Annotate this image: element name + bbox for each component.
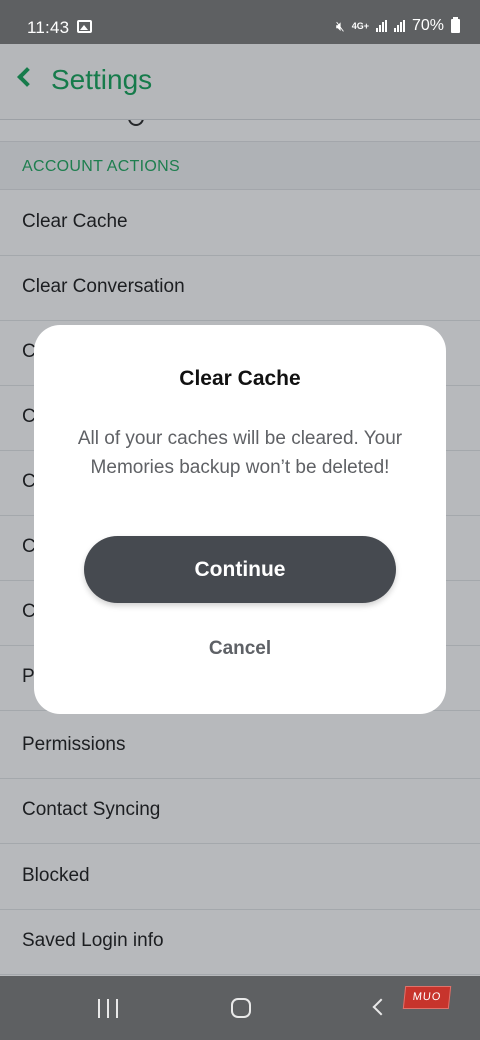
dialog-message: All of your caches will be cleared. Your…: [77, 428, 403, 478]
nav-back-icon[interactable]: [372, 998, 390, 1016]
dialog-title: Clear Cache: [179, 367, 301, 390]
clear-cache-dialog: Clear Cache All of your caches will be c…: [34, 325, 446, 714]
signal-icon: [393, 20, 405, 32]
home-icon[interactable]: [231, 998, 251, 1018]
battery-level: 70%: [411, 17, 444, 34]
network-type: 4G+: [351, 21, 369, 31]
status-bar: 11:43 🔇︎ 4G+ 70%: [0, 0, 480, 44]
image-icon: [77, 20, 92, 33]
watermark-logo: MUO: [402, 986, 452, 1009]
cancel-button[interactable]: Cancel: [190, 631, 290, 667]
status-indicators: 🔇︎ 4G+ 70%: [336, 17, 460, 35]
battery-icon: [451, 17, 460, 33]
status-time: 11:43: [27, 18, 70, 37]
mute-icon: 🔇︎: [335, 17, 345, 34]
continue-button[interactable]: Continue: [84, 536, 396, 603]
recents-icon[interactable]: [98, 999, 118, 1018]
signal-icon: [375, 20, 387, 32]
